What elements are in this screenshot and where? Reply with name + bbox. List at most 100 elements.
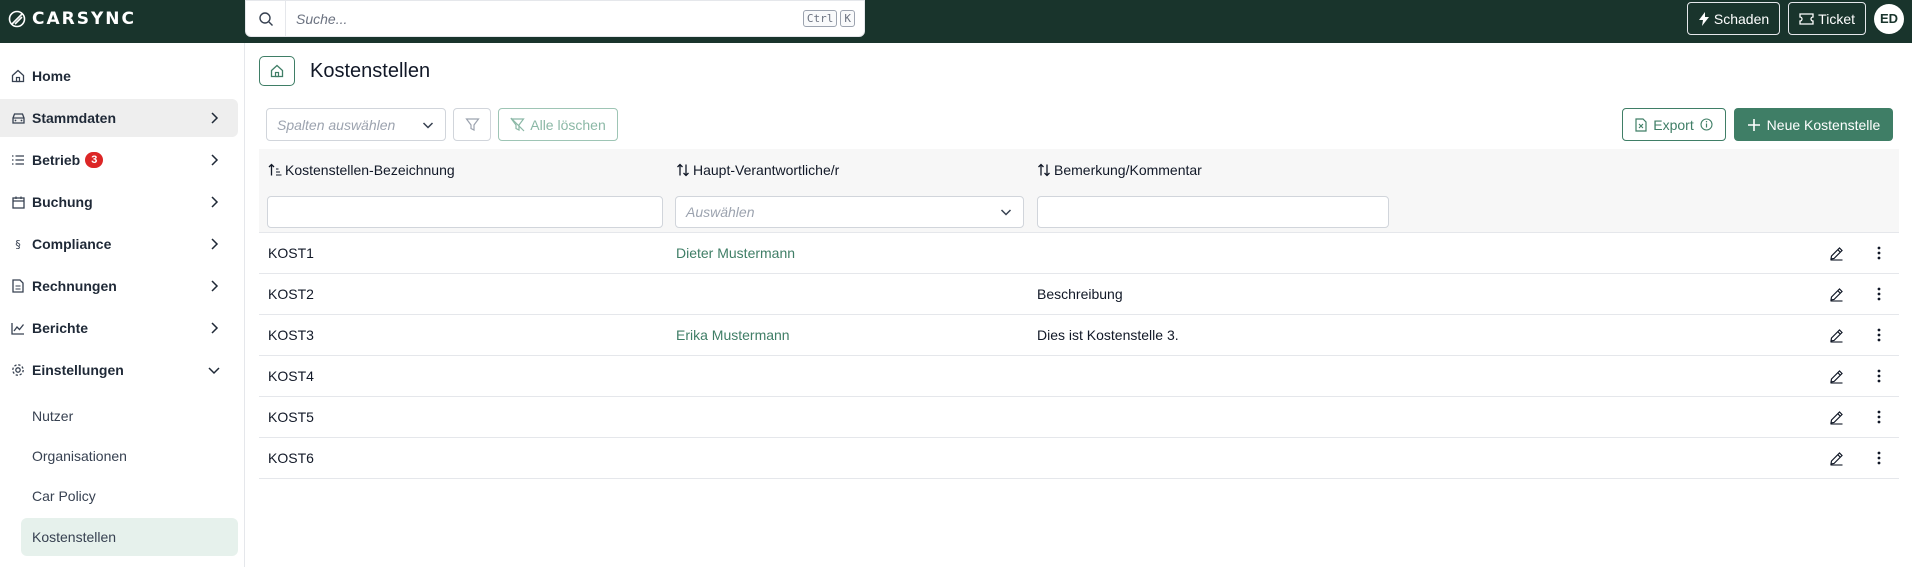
- sidebar-item-berichte[interactable]: Berichte: [0, 309, 238, 347]
- chevron-right-icon: [211, 280, 219, 292]
- column-header-name[interactable]: Kostenstellen-Bezeichnung: [268, 149, 455, 191]
- chevron-right-icon: [211, 322, 219, 334]
- search-bar[interactable]: Ctrl K: [245, 0, 865, 37]
- excel-file-icon: [1635, 117, 1647, 132]
- plus-icon: [1747, 118, 1760, 131]
- sidebar-item-betrieb[interactable]: Betrieb 3: [0, 141, 238, 179]
- sidebar-item-label: Stammdaten: [32, 110, 117, 126]
- sidebar-item-label: Berichte: [32, 320, 89, 336]
- sidebar-item-compliance[interactable]: § Compliance: [0, 225, 238, 263]
- new-cost-center-button[interactable]: Neue Kostenstelle: [1734, 108, 1893, 141]
- sidebar-item-buchung[interactable]: Buchung: [0, 183, 238, 221]
- sidebar-subitem-kostenstellen[interactable]: Kostenstellen: [21, 518, 238, 556]
- edit-icon[interactable]: [1827, 285, 1845, 303]
- chevron-down-icon: [1000, 209, 1012, 216]
- sidebar-subitem-organisationen[interactable]: Organisationen: [21, 437, 238, 475]
- sidebar: Home Stammdaten Betrieb 3 Buchung § Comp…: [0, 43, 245, 567]
- sidebar-item-label: Home: [32, 68, 71, 84]
- sort-icon: [677, 163, 689, 177]
- cell-name: KOST2: [268, 286, 314, 302]
- new-cost-center-label: Neue Kostenstelle: [1766, 116, 1881, 133]
- logo[interactable]: CARSYNC: [8, 9, 136, 29]
- sidebar-item-einstellungen[interactable]: Einstellungen: [0, 351, 238, 389]
- sidebar-item-label: Betrieb: [32, 152, 81, 168]
- chevron-right-icon: [211, 238, 219, 250]
- export-label: Export: [1653, 116, 1694, 133]
- sidebar-item-rechnungen[interactable]: Rechnungen: [0, 267, 238, 305]
- kbd-ctrl: Ctrl: [802, 10, 838, 27]
- sidebar-item-label: Rechnungen: [32, 278, 117, 294]
- sidebar-item-home[interactable]: Home: [0, 57, 238, 95]
- notification-badge: 3: [85, 152, 104, 168]
- column-header-comment[interactable]: Bemerkung/Kommentar: [1037, 149, 1202, 191]
- cell-name: KOST5: [268, 409, 314, 425]
- edit-icon[interactable]: [1827, 408, 1845, 426]
- column-header-label: Kostenstellen-Bezeichnung: [285, 162, 455, 178]
- edit-icon[interactable]: [1827, 449, 1845, 467]
- clear-filters-button[interactable]: Alle löschen: [498, 108, 618, 141]
- search-input[interactable]: [286, 1, 803, 36]
- table-row[interactable]: KOST5: [259, 397, 1899, 438]
- sidebar-subitem-nutzer[interactable]: Nutzer: [21, 397, 238, 435]
- sidebar-subitem-car-policy[interactable]: Car Policy: [21, 477, 238, 515]
- table-header: Kostenstellen-Bezeichnung Haupt-Verantwo…: [259, 149, 1899, 191]
- more-options-icon[interactable]: [1870, 285, 1888, 303]
- table-row[interactable]: KOST4: [259, 356, 1899, 397]
- column-header-responsible[interactable]: Haupt-Verantwortliche/r: [676, 149, 839, 191]
- more-options-icon[interactable]: [1870, 408, 1888, 426]
- name-filter-input[interactable]: [267, 196, 663, 228]
- comment-filter-input[interactable]: [1037, 196, 1389, 228]
- schaden-label: Schaden: [1713, 10, 1770, 27]
- home-button[interactable]: [259, 56, 295, 86]
- chevron-down-icon: [422, 121, 434, 129]
- ticket-button[interactable]: Ticket: [1788, 2, 1866, 35]
- cell-responsible[interactable]: Erika Mustermann: [676, 315, 790, 355]
- ticket-label: Ticket: [1818, 10, 1855, 27]
- more-options-icon[interactable]: [1870, 244, 1888, 262]
- main-content: Kostenstellen Spalten auswählen Alle lös…: [245, 43, 1912, 567]
- more-options-icon[interactable]: [1870, 326, 1888, 344]
- avatar[interactable]: ED: [1874, 3, 1904, 34]
- table-row[interactable]: KOST1 Dieter Mustermann: [259, 233, 1899, 274]
- logo-text: CARSYNC: [32, 9, 136, 29]
- more-options-icon[interactable]: [1870, 367, 1888, 385]
- search-icon: [246, 1, 286, 36]
- sidebar-item-stammdaten[interactable]: Stammdaten: [0, 99, 238, 137]
- sidebar-item-label: Buchung: [32, 194, 93, 210]
- chevron-down-icon: [208, 367, 220, 375]
- more-options-icon[interactable]: [1870, 449, 1888, 467]
- cost-center-table: Kostenstellen-Bezeichnung Haupt-Verantwo…: [259, 149, 1899, 479]
- cell-name: KOST3: [268, 327, 314, 343]
- cell-name: KOST1: [268, 245, 314, 261]
- search-shortcut: Ctrl K: [802, 10, 858, 27]
- sidebar-item-label: Einstellungen: [32, 362, 124, 378]
- column-header-label: Haupt-Verantwortliche/r: [693, 162, 840, 178]
- filter-row: Auswählen: [259, 191, 1899, 233]
- cell-responsible[interactable]: Dieter Mustermann: [676, 233, 795, 273]
- filter-icon: [464, 118, 480, 131]
- home-icon: [10, 68, 26, 84]
- info-icon: [1700, 118, 1713, 131]
- edit-icon[interactable]: [1827, 244, 1845, 262]
- table-row[interactable]: KOST3 Erika Mustermann Dies ist Kostenst…: [259, 315, 1899, 356]
- chart-icon: [10, 320, 26, 336]
- top-actions: Schaden Ticket ED: [1686, 1, 1904, 36]
- lightning-icon: [1698, 11, 1709, 26]
- page-title: Kostenstellen: [310, 60, 431, 82]
- car-icon: [10, 110, 26, 126]
- table-row[interactable]: KOST2 Beschreibung: [259, 274, 1899, 315]
- table-row[interactable]: KOST6: [259, 438, 1899, 479]
- columns-select-placeholder: Spalten auswählen: [277, 116, 396, 133]
- invoice-icon: [10, 278, 26, 294]
- responsible-filter-placeholder: Auswählen: [686, 204, 755, 220]
- export-button[interactable]: Export: [1622, 108, 1726, 141]
- columns-select[interactable]: Spalten auswählen: [266, 108, 446, 141]
- edit-icon[interactable]: [1827, 326, 1845, 344]
- schaden-button[interactable]: Schaden: [1686, 2, 1781, 35]
- responsible-filter-select[interactable]: Auswählen: [675, 196, 1024, 228]
- filter-button[interactable]: [453, 108, 491, 141]
- edit-icon[interactable]: [1827, 367, 1845, 385]
- sort-ascending-icon: [268, 163, 282, 176]
- chevron-right-icon: [211, 196, 219, 208]
- home-icon: [270, 64, 284, 78]
